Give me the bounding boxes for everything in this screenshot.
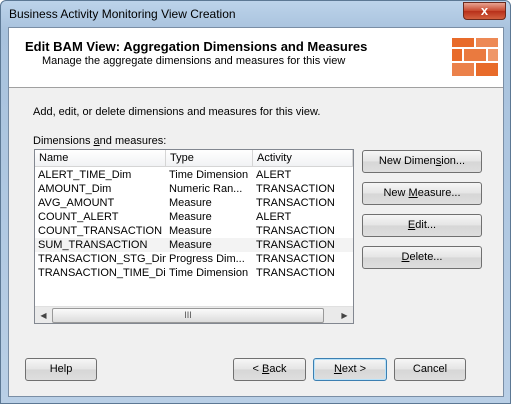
new-measure-button[interactable]: New Measure... bbox=[362, 182, 482, 205]
list-cell-name: COUNT_TRANSACTION bbox=[38, 225, 163, 237]
list-cell-type: Measure bbox=[169, 225, 212, 237]
list-cell-type: Time Dimension bbox=[169, 169, 249, 181]
column-header-activity[interactable]: Activity bbox=[253, 150, 353, 167]
list-cell-type: Numeric Ran... bbox=[169, 183, 243, 195]
scroll-right-icon[interactable]: ▶ bbox=[336, 307, 353, 324]
title-bar[interactable]: Business Activity Monitoring View Creati… bbox=[1, 1, 510, 27]
page-title: Edit BAM View: Aggregation Dimensions an… bbox=[25, 39, 368, 54]
next-button[interactable]: Next > bbox=[313, 358, 387, 381]
list-item[interactable]: SUM_TRANSACTION Measure TRANSACTION bbox=[35, 238, 353, 252]
list-item[interactable]: AMOUNT_Dim Numeric Ran... TRANSACTION bbox=[35, 182, 353, 196]
instructions-text: Add, edit, or delete dimensions and meas… bbox=[33, 106, 321, 118]
horizontal-scrollbar[interactable]: ◀ III ▶ bbox=[35, 306, 353, 323]
scroll-thumb[interactable]: III bbox=[52, 308, 324, 323]
list-cell-activity: TRANSACTION bbox=[256, 253, 335, 265]
list-item[interactable]: AVG_AMOUNT Measure TRANSACTION bbox=[35, 196, 353, 210]
list-cell-name: ALERT_TIME_Dim bbox=[38, 169, 132, 181]
bam-logo-icon bbox=[452, 38, 498, 76]
page-subtitle: Manage the aggregate dimensions and meas… bbox=[42, 55, 346, 67]
list-item[interactable]: TRANSACTION_TIME_Dim Time Dimension TRANSA… bbox=[35, 266, 353, 280]
close-icon: x bbox=[480, 3, 489, 18]
list-item[interactable]: COUNT_TRANSACTION Measure TRANSACTION bbox=[35, 224, 353, 238]
delete-button[interactable]: Delete... bbox=[362, 246, 482, 269]
list-cell-name: AMOUNT_Dim bbox=[38, 183, 112, 195]
list-cell-activity: TRANSACTION bbox=[256, 183, 335, 195]
new-dimension-button[interactable]: New Dimension... bbox=[362, 150, 482, 173]
list-cell-activity: TRANSACTION bbox=[256, 239, 335, 251]
list-cell-name: SUM_TRANSACTION bbox=[38, 239, 148, 251]
list-cell-name: TRANSACTION_STG_Dim bbox=[38, 253, 166, 265]
dialog-client-area: Edit BAM View: Aggregation Dimensions an… bbox=[8, 27, 504, 397]
list-cell-type: Measure bbox=[169, 197, 212, 209]
list-rows: ALERT_TIME_Dim Time Dimension ALERT AMOUNT_… bbox=[35, 168, 353, 280]
list-cell-name: TRANSACTION_TIME_Dim bbox=[38, 267, 166, 279]
wizard-header: Edit BAM View: Aggregation Dimensions an… bbox=[9, 28, 503, 88]
list-label: Dimensions and measures: bbox=[33, 135, 167, 147]
column-header-name[interactable]: Name bbox=[35, 150, 166, 167]
help-button[interactable]: Help bbox=[25, 358, 97, 381]
edit-button[interactable]: Edit... bbox=[362, 214, 482, 237]
list-cell-type: Time Dimension bbox=[169, 267, 249, 279]
close-button[interactable]: x bbox=[463, 2, 506, 20]
list-cell-type: Measure bbox=[169, 211, 212, 223]
column-header-type[interactable]: Type bbox=[166, 150, 253, 167]
back-button[interactable]: < Back bbox=[233, 358, 306, 381]
window-title: Business Activity Monitoring View Creati… bbox=[9, 7, 236, 21]
list-item[interactable]: COUNT_ALERT Measure ALERT bbox=[35, 210, 353, 224]
cancel-button[interactable]: Cancel bbox=[394, 358, 466, 381]
list-header: Name Type Activity bbox=[35, 150, 353, 167]
dimensions-measures-list[interactable]: Name Type Activity ALERT_TIME_Dim Time Di… bbox=[34, 149, 354, 324]
dialog-window: Business Activity Monitoring View Creati… bbox=[0, 0, 511, 404]
list-cell-activity: TRANSACTION bbox=[256, 225, 335, 237]
list-cell-activity: ALERT bbox=[256, 211, 292, 223]
list-cell-activity: ALERT bbox=[256, 169, 292, 181]
list-item[interactable]: ALERT_TIME_Dim Time Dimension ALERT bbox=[35, 168, 353, 182]
list-cell-name: COUNT_ALERT bbox=[38, 211, 119, 223]
scroll-left-icon[interactable]: ◀ bbox=[35, 307, 52, 324]
list-cell-type: Measure bbox=[169, 239, 212, 251]
list-item[interactable]: TRANSACTION_STG_Dim Progress Dim... TRANSA… bbox=[35, 252, 353, 266]
list-cell-type: Progress Dim... bbox=[169, 253, 245, 265]
list-cell-activity: TRANSACTION bbox=[256, 267, 335, 279]
list-cell-name: AVG_AMOUNT bbox=[38, 197, 115, 209]
list-cell-activity: TRANSACTION bbox=[256, 197, 335, 209]
